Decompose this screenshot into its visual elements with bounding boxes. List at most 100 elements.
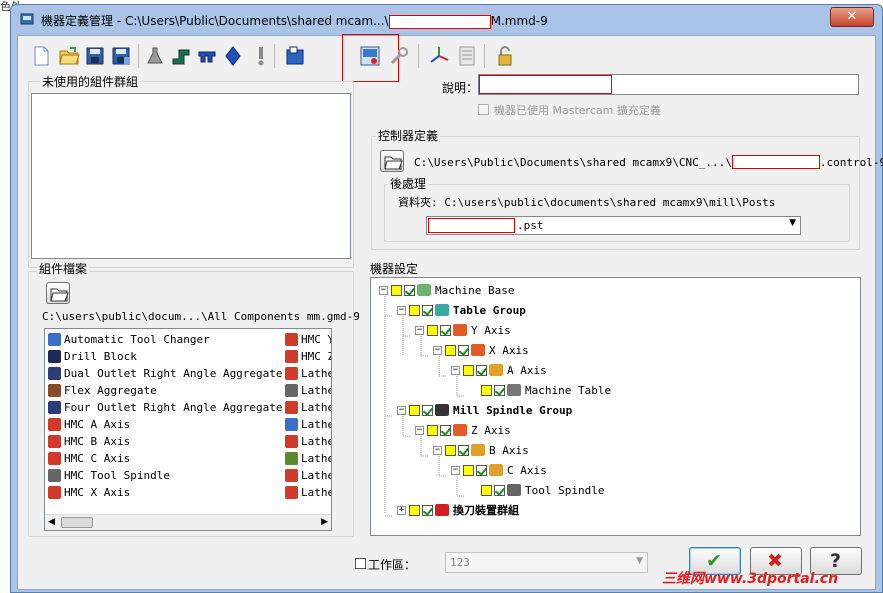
list-icon[interactable] (456, 45, 478, 67)
list-item[interactable]: Lathe (285, 484, 332, 501)
machine-component-1-icon[interactable] (170, 45, 192, 67)
list-item[interactable]: HMC Z (285, 348, 331, 365)
visibility-checkbox[interactable] (463, 464, 474, 476)
tree-node[interactable]: − Table Group (397, 301, 526, 319)
visibility-checkbox[interactable] (427, 324, 438, 336)
collapse-icon[interactable]: − (433, 445, 442, 455)
collapse-icon[interactable]: − (397, 305, 406, 315)
enabled-checkbox[interactable] (440, 324, 451, 336)
visibility-checkbox[interactable] (391, 284, 402, 296)
lock-icon[interactable] (494, 45, 516, 67)
machine-component-2-icon[interactable] (196, 45, 218, 67)
list-item[interactable]: HMC A Axis (48, 416, 130, 433)
list-item-label: Lathe (301, 486, 332, 499)
controller-browse-button[interactable] (380, 150, 404, 172)
visibility-checkbox[interactable] (409, 304, 420, 316)
enabled-checkbox[interactable] (440, 424, 451, 436)
enabled-checkbox[interactable] (494, 484, 505, 496)
list-item[interactable]: Automatic Tool Changer (48, 331, 210, 348)
tree-node[interactable]: Tool Spindle (469, 481, 604, 499)
collapse-icon[interactable]: − (451, 365, 460, 375)
workspace-select[interactable]: 123 ▼ (445, 552, 648, 573)
tree-node[interactable]: − X Axis (433, 341, 529, 359)
enabled-checkbox[interactable] (458, 444, 469, 456)
tree-node[interactable]: Machine Table (469, 381, 611, 399)
list-item[interactable]: Four Outlet Right Angle Aggregate (48, 399, 283, 416)
list-item[interactable]: Flex Aggregate (48, 382, 157, 399)
enabled-checkbox[interactable] (476, 364, 487, 376)
list-item[interactable]: Lathe (285, 382, 332, 399)
list-item[interactable]: HMC Tool Spindle (48, 467, 170, 484)
visibility-checkbox[interactable] (445, 344, 456, 356)
list-item[interactable]: Dual Outlet Right Angle Aggregate (48, 365, 283, 382)
description-input[interactable] (478, 74, 859, 95)
tree-node[interactable]: − Y Axis (415, 321, 511, 339)
axes-icon[interactable] (428, 45, 450, 67)
enabled-checkbox[interactable] (404, 284, 415, 296)
list-item[interactable]: HMC X Axis (48, 484, 130, 501)
mastercam-ext-checkbox[interactable] (478, 104, 489, 115)
flask-icon[interactable] (144, 45, 166, 67)
unused-groups-list[interactable] (31, 93, 351, 259)
scroll-right-icon[interactable]: ▶ (321, 517, 328, 527)
visibility-checkbox[interactable] (463, 364, 474, 376)
save-as-icon[interactable] (110, 45, 132, 67)
scrollbar-thumb[interactable] (61, 517, 93, 528)
tree-node[interactable]: − Mill Spindle Group (397, 401, 572, 419)
visibility-checkbox[interactable] (409, 404, 420, 416)
enabled-checkbox[interactable] (422, 404, 433, 416)
save-blue-icon[interactable] (284, 45, 306, 67)
collapse-icon[interactable]: − (451, 465, 460, 475)
visibility-checkbox[interactable] (427, 424, 438, 436)
open-folder-icon[interactable] (58, 45, 80, 67)
list-item[interactable]: Lathe (285, 433, 331, 450)
collapse-icon[interactable]: − (379, 285, 388, 295)
control-definition-icon[interactable] (359, 45, 381, 67)
save-icon[interactable] (84, 45, 106, 67)
visibility-checkbox[interactable] (481, 384, 492, 396)
tree-node[interactable]: − B Axis (433, 441, 529, 459)
enabled-checkbox[interactable] (476, 464, 487, 476)
enabled-checkbox[interactable] (494, 384, 505, 396)
new-file-icon[interactable] (30, 45, 52, 67)
machine-setup-tree[interactable]: − Machine Base − Table Group − Y Axis − X Axis −… (370, 277, 861, 536)
list-item-label: Lathe (301, 384, 332, 397)
collapse-icon[interactable]: − (433, 345, 442, 355)
list-item[interactable]: HMC C Axis (48, 450, 130, 467)
enabled-checkbox[interactable] (422, 304, 433, 316)
list-item[interactable]: HMC Y (285, 331, 331, 348)
list-item[interactable]: Lathe (285, 416, 331, 433)
collapse-icon[interactable]: − (415, 425, 424, 435)
scroll-left-icon[interactable]: ◀ (48, 517, 55, 527)
collapse-icon[interactable]: − (415, 325, 424, 335)
list-item[interactable]: Lathe (285, 399, 332, 416)
list-item[interactable]: Lathe (285, 450, 331, 467)
collapse-icon[interactable]: − (397, 405, 406, 415)
tree-node[interactable]: − A Axis (451, 361, 547, 379)
list-item-label: Lathe (301, 401, 332, 414)
list-item[interactable]: Lathe (285, 365, 331, 382)
list-item[interactable]: Drill Block (48, 348, 137, 365)
visibility-checkbox[interactable] (445, 444, 456, 456)
list-item[interactable]: Lathe (285, 467, 331, 484)
tree-node[interactable]: − Z Axis (415, 421, 511, 439)
tree-node[interactable]: + 換刀裝置群組 (397, 501, 519, 519)
list-item[interactable]: HMC B Axis (48, 433, 130, 450)
tree-node[interactable]: − Machine Base (379, 281, 514, 299)
horizontal-scrollbar[interactable]: ◀ ▶ (45, 514, 331, 530)
enabled-checkbox[interactable] (422, 504, 433, 516)
visibility-checkbox[interactable] (409, 504, 420, 516)
expand-icon[interactable]: + (397, 505, 406, 515)
warning-icon[interactable] (250, 45, 272, 67)
enabled-checkbox[interactable] (458, 344, 469, 356)
tree-node[interactable]: − C Axis (451, 461, 547, 479)
machine-component-3-icon[interactable] (222, 45, 244, 67)
close-button[interactable]: ✕ (830, 7, 874, 27)
wrench-icon[interactable] (388, 45, 410, 67)
window-title-suffix: M.mmd-9 (490, 14, 548, 28)
post-select[interactable]: .pst ▼ (426, 216, 801, 235)
visibility-checkbox[interactable] (481, 484, 492, 496)
component-list[interactable]: Automatic Tool Changer Drill Block Dual Ou… (44, 328, 332, 531)
component-browse-button[interactable] (46, 282, 70, 304)
workspace-checkbox[interactable] (355, 558, 366, 569)
